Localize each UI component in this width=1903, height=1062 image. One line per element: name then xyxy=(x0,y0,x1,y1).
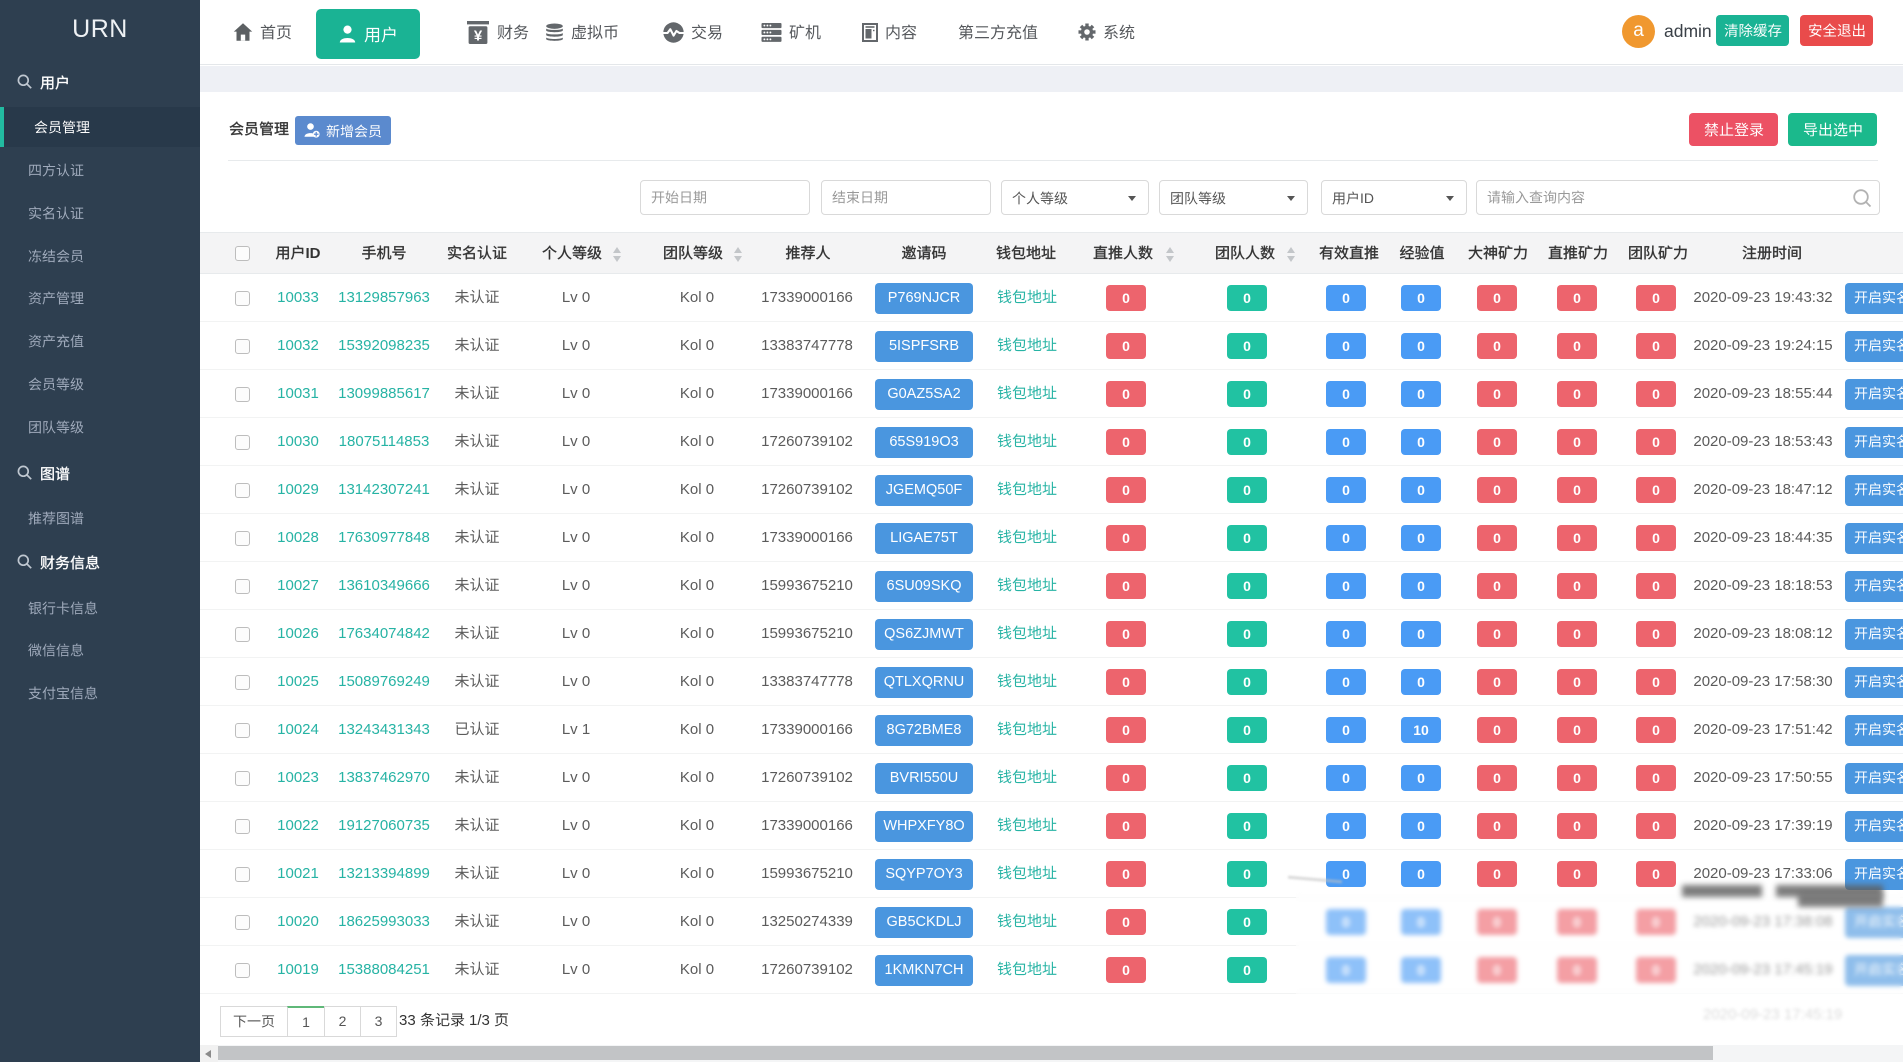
svg-text:¥: ¥ xyxy=(474,27,483,44)
